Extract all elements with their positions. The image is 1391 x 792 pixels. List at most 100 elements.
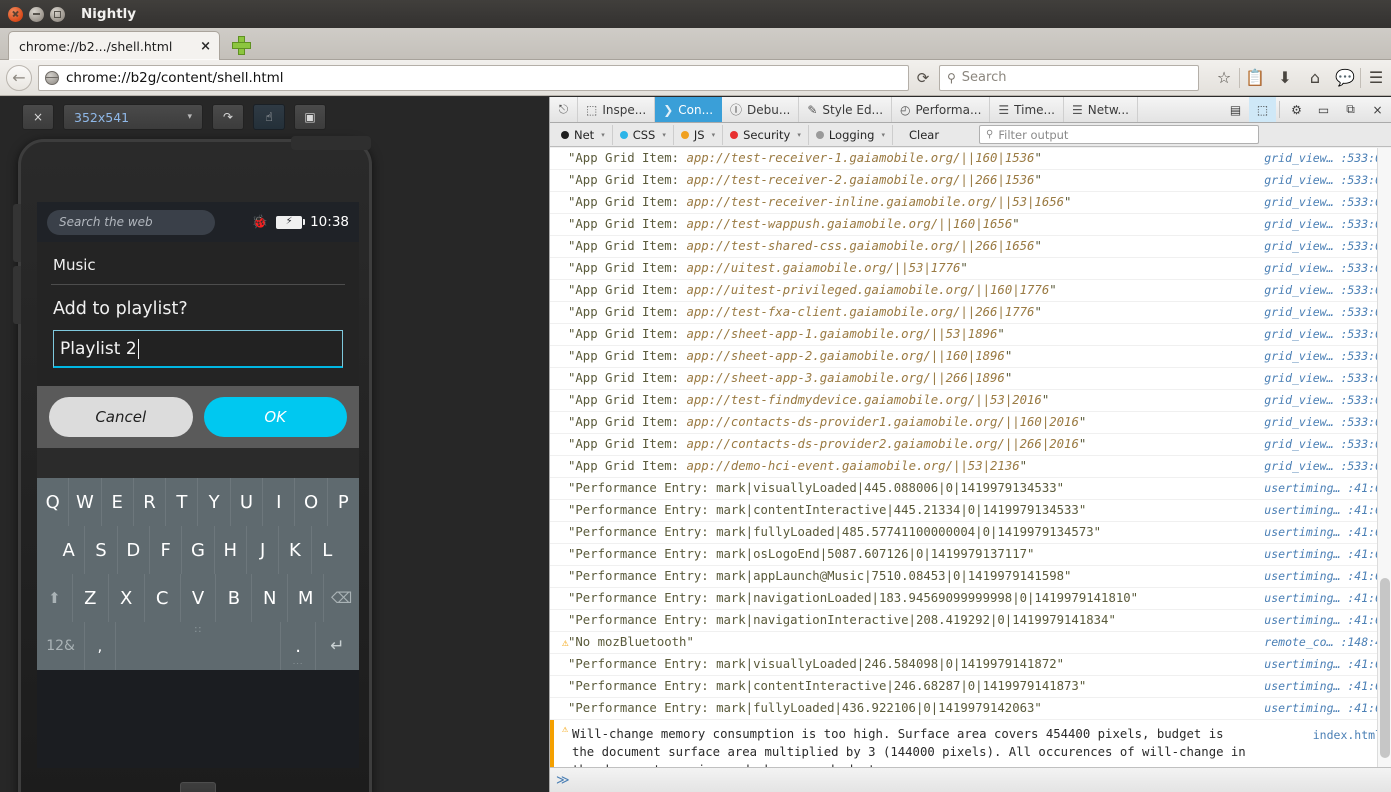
- key-z[interactable]: Z: [73, 574, 109, 622]
- rdm-size-select[interactable]: 352x541 ▾: [63, 104, 203, 130]
- tab-style-editor[interactable]: ✎ Style Ed...: [799, 97, 893, 122]
- key-enter[interactable]: ↵: [316, 622, 359, 670]
- console-log-source[interactable]: grid_view… :533:0: [1264, 192, 1391, 209]
- console-log-url[interactable]: app://contacts-ds-provider1.gaiamobile.o…: [686, 415, 1078, 429]
- key-k[interactable]: K: [279, 526, 312, 574]
- console-log-row[interactable]: "App Grid Item: app://uitest.gaiamobile.…: [550, 258, 1391, 280]
- console-log-row[interactable]: "Performance Entry: mark|visuallyLoaded|…: [550, 654, 1391, 676]
- key-d[interactable]: D: [118, 526, 150, 574]
- console-log-row[interactable]: "Performance Entry: mark|contentInteract…: [550, 500, 1391, 522]
- reader-list-icon[interactable]: 📋: [1240, 65, 1270, 91]
- dock-bottom-icon[interactable]: ▭: [1310, 97, 1337, 122]
- key-a[interactable]: A: [53, 526, 86, 574]
- console-log-source[interactable]: remote_co… :148:4: [1264, 632, 1391, 649]
- reload-button[interactable]: ⟳: [911, 66, 935, 90]
- console-log-row[interactable]: "App Grid Item: app://test-fxa-client.ga…: [550, 302, 1391, 324]
- console-log-source[interactable]: grid_view… :533:0: [1264, 258, 1391, 275]
- ok-button[interactable]: OK: [203, 397, 347, 437]
- home-button[interactable]: ⌂: [180, 782, 216, 792]
- console-log-row[interactable]: "App Grid Item: app://uitest-privileged.…: [550, 280, 1391, 302]
- console-warning-row[interactable]: ⚠ Will-change memory consumption is too h…: [550, 720, 1391, 767]
- tab-timeline[interactable]: ☰ Time...: [990, 97, 1064, 122]
- console-log-url[interactable]: app://test-shared-css.gaiamobile.org/||2…: [686, 239, 1034, 253]
- console-scrollbar[interactable]: [1377, 148, 1391, 767]
- console-log-url[interactable]: app://test-findmydevice.gaiamobile.org/|…: [686, 393, 1041, 407]
- console-log-row[interactable]: "App Grid Item: app://contacts-ds-provid…: [550, 434, 1391, 456]
- window-maximize-button[interactable]: [50, 6, 65, 22]
- tab-performance[interactable]: ◴ Performa...: [892, 97, 991, 122]
- key-comma[interactable]: ,: [85, 622, 116, 670]
- console-log-url[interactable]: app://demo-hci-event.gaiamobile.org/||53…: [686, 459, 1019, 473]
- console-log-source[interactable]: usertiming… :41:6: [1264, 698, 1391, 715]
- tab-console[interactable]: ❯ Con...: [655, 97, 723, 122]
- window-minimize-button[interactable]: [29, 6, 44, 22]
- filter-logging[interactable]: Logging ▾: [809, 124, 893, 145]
- downloads-icon[interactable]: ⬇: [1270, 65, 1300, 91]
- console-log-source[interactable]: grid_view… :533:0: [1264, 214, 1391, 231]
- key-r[interactable]: R: [134, 478, 167, 526]
- console-log-url[interactable]: app://test-wappush.gaiamobile.org/||160|…: [686, 217, 1012, 231]
- console-log-source[interactable]: usertiming… :41:6: [1264, 654, 1391, 671]
- console-log-url[interactable]: app://uitest-privileged.gaiamobile.org/|…: [686, 283, 1049, 297]
- console-log-row[interactable]: "Performance Entry: mark|fullyLoaded|485…: [550, 522, 1391, 544]
- console-log-source[interactable]: usertiming… :41:6: [1264, 478, 1391, 495]
- console-log-row[interactable]: "Performance Entry: mark|navigationLoade…: [550, 588, 1391, 610]
- console-log-url[interactable]: app://uitest.gaiamobile.org/||53|1776: [686, 261, 960, 275]
- console-input-prompt[interactable]: ≫: [550, 767, 1391, 792]
- console-log-row[interactable]: "Performance Entry: mark|contentInteract…: [550, 676, 1391, 698]
- sync-chat-icon[interactable]: 💬: [1330, 65, 1360, 91]
- key-space[interactable]: ∷: [116, 622, 282, 670]
- filter-security[interactable]: Security ▾: [723, 124, 809, 145]
- responsive-mode-icon[interactable]: ⬚: [1249, 97, 1276, 122]
- key-h[interactable]: H: [215, 526, 247, 574]
- console-log-url[interactable]: app://test-receiver-2.gaiamobile.org/||2…: [686, 173, 1034, 187]
- phone-search-bar[interactable]: Search the web: [47, 209, 215, 235]
- playlist-name-input[interactable]: Playlist 2: [53, 330, 343, 368]
- console-log-row[interactable]: "App Grid Item: app://test-findmydevice.…: [550, 390, 1391, 412]
- key-j[interactable]: J: [247, 526, 280, 574]
- console-log-row[interactable]: "Performance Entry: mark|appLaunch@Music…: [550, 566, 1391, 588]
- key-w[interactable]: W: [69, 478, 102, 526]
- console-log-source[interactable]: usertiming… :41:6: [1264, 566, 1391, 583]
- key-e[interactable]: E: [102, 478, 134, 526]
- volume-down-button[interactable]: [13, 266, 21, 324]
- console-log-source[interactable]: grid_view… :533:0: [1264, 170, 1391, 187]
- cancel-button[interactable]: Cancel: [49, 397, 193, 437]
- key-t[interactable]: T: [166, 478, 199, 526]
- rdm-rotate-button[interactable]: ↷: [212, 104, 244, 130]
- console-log-row[interactable]: "App Grid Item: app://test-receiver-inli…: [550, 192, 1391, 214]
- close-devtools-icon[interactable]: ×: [1364, 97, 1391, 122]
- filter-net[interactable]: Net ▾: [554, 124, 613, 145]
- rdm-screenshot-button[interactable]: ▣: [294, 104, 326, 130]
- console-log-source[interactable]: grid_view… :533:0: [1264, 412, 1391, 429]
- console-log-source[interactable]: usertiming… :41:6: [1264, 610, 1391, 627]
- console-log-source[interactable]: grid_view… :533:0: [1264, 236, 1391, 253]
- console-log-source[interactable]: usertiming… :41:6: [1264, 500, 1391, 517]
- console-log-source[interactable]: grid_view… :533:0: [1264, 390, 1391, 407]
- console-log-row[interactable]: "App Grid Item: app://sheet-app-3.gaiamo…: [550, 368, 1391, 390]
- back-button[interactable]: ←: [6, 64, 32, 91]
- console-log-source[interactable]: grid_view… :533:0: [1264, 324, 1391, 341]
- console-log-url[interactable]: app://sheet-app-1.gaiamobile.org/||53|18…: [686, 327, 997, 341]
- dock-window-icon[interactable]: ⧉: [1337, 97, 1364, 122]
- console-log-row[interactable]: "Performance Entry: mark|visuallyLoaded|…: [550, 478, 1391, 500]
- key-period[interactable]: . ...: [281, 622, 316, 670]
- key-g[interactable]: G: [182, 526, 215, 574]
- key-x[interactable]: X: [109, 574, 145, 622]
- console-log-row[interactable]: "App Grid Item: app://test-shared-css.ga…: [550, 236, 1391, 258]
- key-m[interactable]: M: [288, 574, 325, 622]
- rdm-touch-simulation-button[interactable]: ☝: [253, 104, 285, 130]
- key-n[interactable]: N: [252, 574, 289, 622]
- new-tab-button[interactable]: [232, 36, 252, 56]
- console-log-source[interactable]: grid_view… :533:0: [1264, 148, 1391, 165]
- console-log-url[interactable]: app://test-receiver-inline.gaiamobile.or…: [686, 195, 1064, 209]
- rdm-close-button[interactable]: ×: [22, 104, 54, 130]
- key-s[interactable]: S: [85, 526, 118, 574]
- url-bar[interactable]: chrome://b2g/content/shell.html: [38, 64, 909, 91]
- search-bar[interactable]: ⚲ Search: [939, 64, 1199, 91]
- console-log-url[interactable]: app://sheet-app-2.gaiamobile.org/||160|1…: [686, 349, 1004, 363]
- console-log-row[interactable]: "App Grid Item: app://sheet-app-1.gaiamo…: [550, 324, 1391, 346]
- console-log-source[interactable]: grid_view… :533:0: [1264, 456, 1391, 473]
- filter-css[interactable]: CSS ▾: [613, 124, 674, 145]
- key-v[interactable]: V: [181, 574, 217, 622]
